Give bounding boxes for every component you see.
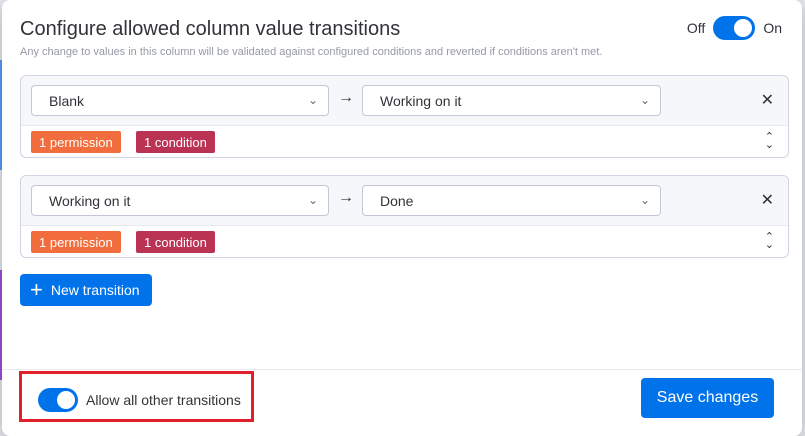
close-icon[interactable]: ✕	[761, 90, 774, 110]
allow-label: Allow all other transitions	[86, 392, 241, 408]
to-status-value: Working on it	[380, 92, 462, 109]
chevron-down-icon: ⌄	[639, 193, 650, 207]
toggle-off-label: Off	[686, 20, 706, 36]
dialog-title: Configure allowed column value transitio…	[20, 18, 401, 40]
transition-details: 1 permission 1 condition ⌃ ⌄	[21, 126, 788, 158]
new-transition-button[interactable]: + New transition	[20, 274, 152, 306]
close-icon[interactable]: ✕	[761, 190, 774, 210]
toggle-knob	[57, 391, 75, 409]
save-changes-button[interactable]: Save changes	[641, 378, 774, 418]
chevron-down-icon: ⌄	[307, 93, 318, 107]
chevron-down-icon: ⌄	[639, 93, 650, 107]
transition-card: Working on it ⌄ → Done ⌄ ✕ 1 permission …	[20, 175, 789, 258]
toggle-knob	[734, 19, 753, 37]
transition-card: Blank ⌄ → Working on it ⌄ ✕ 1 permission…	[20, 75, 789, 158]
to-status-value: Done	[380, 192, 414, 209]
up-down-icon[interactable]: ⌃ ⌄	[765, 132, 774, 151]
dialog-subtitle: Any change to values in this column will…	[20, 46, 603, 58]
transition-row: Blank ⌄ → Working on it ⌄ ✕	[21, 76, 788, 126]
transition-details: 1 permission 1 condition ⌃ ⌄	[21, 226, 788, 258]
toggle-on-label: On	[763, 20, 782, 36]
allow-other-transitions: Allow all other transitions	[38, 388, 241, 412]
permission-badge[interactable]: 1 permission	[31, 131, 121, 153]
arrow-right-icon: →	[338, 189, 354, 206]
highlight-box: Allow all other transitions	[19, 371, 254, 422]
new-transition-label: New transition	[50, 282, 140, 298]
footer-divider	[2, 369, 802, 370]
from-status-value: Blank	[49, 92, 85, 109]
up-down-icon[interactable]: ⌃ ⌄	[765, 232, 774, 251]
arrow-right-icon: →	[338, 89, 354, 106]
from-status-select[interactable]: Working on it ⌄	[31, 185, 329, 216]
chevron-down-icon: ⌄	[307, 193, 318, 207]
permission-badge[interactable]: 1 permission	[31, 231, 121, 253]
allow-toggle[interactable]	[38, 388, 78, 412]
enable-toggle[interactable]	[713, 16, 756, 40]
enable-toggle-group: Off On	[687, 16, 782, 40]
to-status-select[interactable]: Working on it ⌄	[362, 85, 661, 116]
from-status-value: Working on it	[49, 192, 131, 209]
transitions-dialog: Configure allowed column value transitio…	[2, 0, 802, 436]
plus-icon: +	[30, 277, 43, 302]
from-status-select[interactable]: Blank ⌄	[31, 85, 329, 116]
condition-badge[interactable]: 1 condition	[136, 231, 215, 253]
to-status-select[interactable]: Done ⌄	[362, 185, 661, 216]
condition-badge[interactable]: 1 condition	[136, 131, 215, 153]
transition-row: Working on it ⌄ → Done ⌄ ✕	[21, 176, 788, 226]
